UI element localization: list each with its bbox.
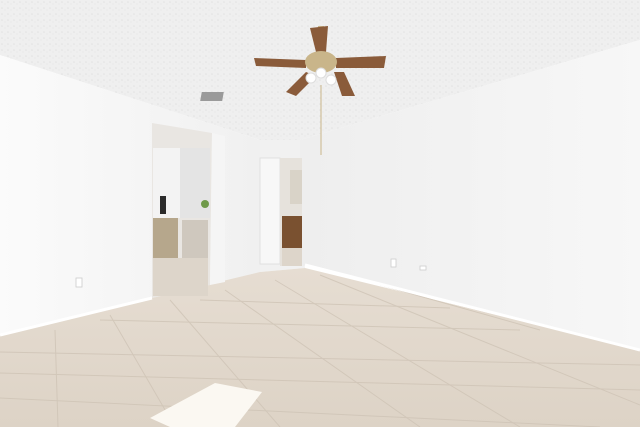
outlet-right-2: [419, 265, 427, 271]
hallway-cabinet: [282, 216, 302, 248]
fan-light: [325, 74, 337, 86]
bathroom-doorway: [152, 123, 225, 298]
hallway-doorway: [259, 157, 302, 266]
vanity-cabinet: [153, 218, 178, 258]
fan-blade: [336, 56, 386, 68]
outlet-left: [75, 277, 83, 288]
ceiling-vent: [200, 92, 224, 101]
fan-light: [305, 72, 317, 84]
room-photo: [0, 0, 640, 427]
outlet-right-1: [390, 258, 397, 268]
fan-light: [315, 67, 327, 79]
